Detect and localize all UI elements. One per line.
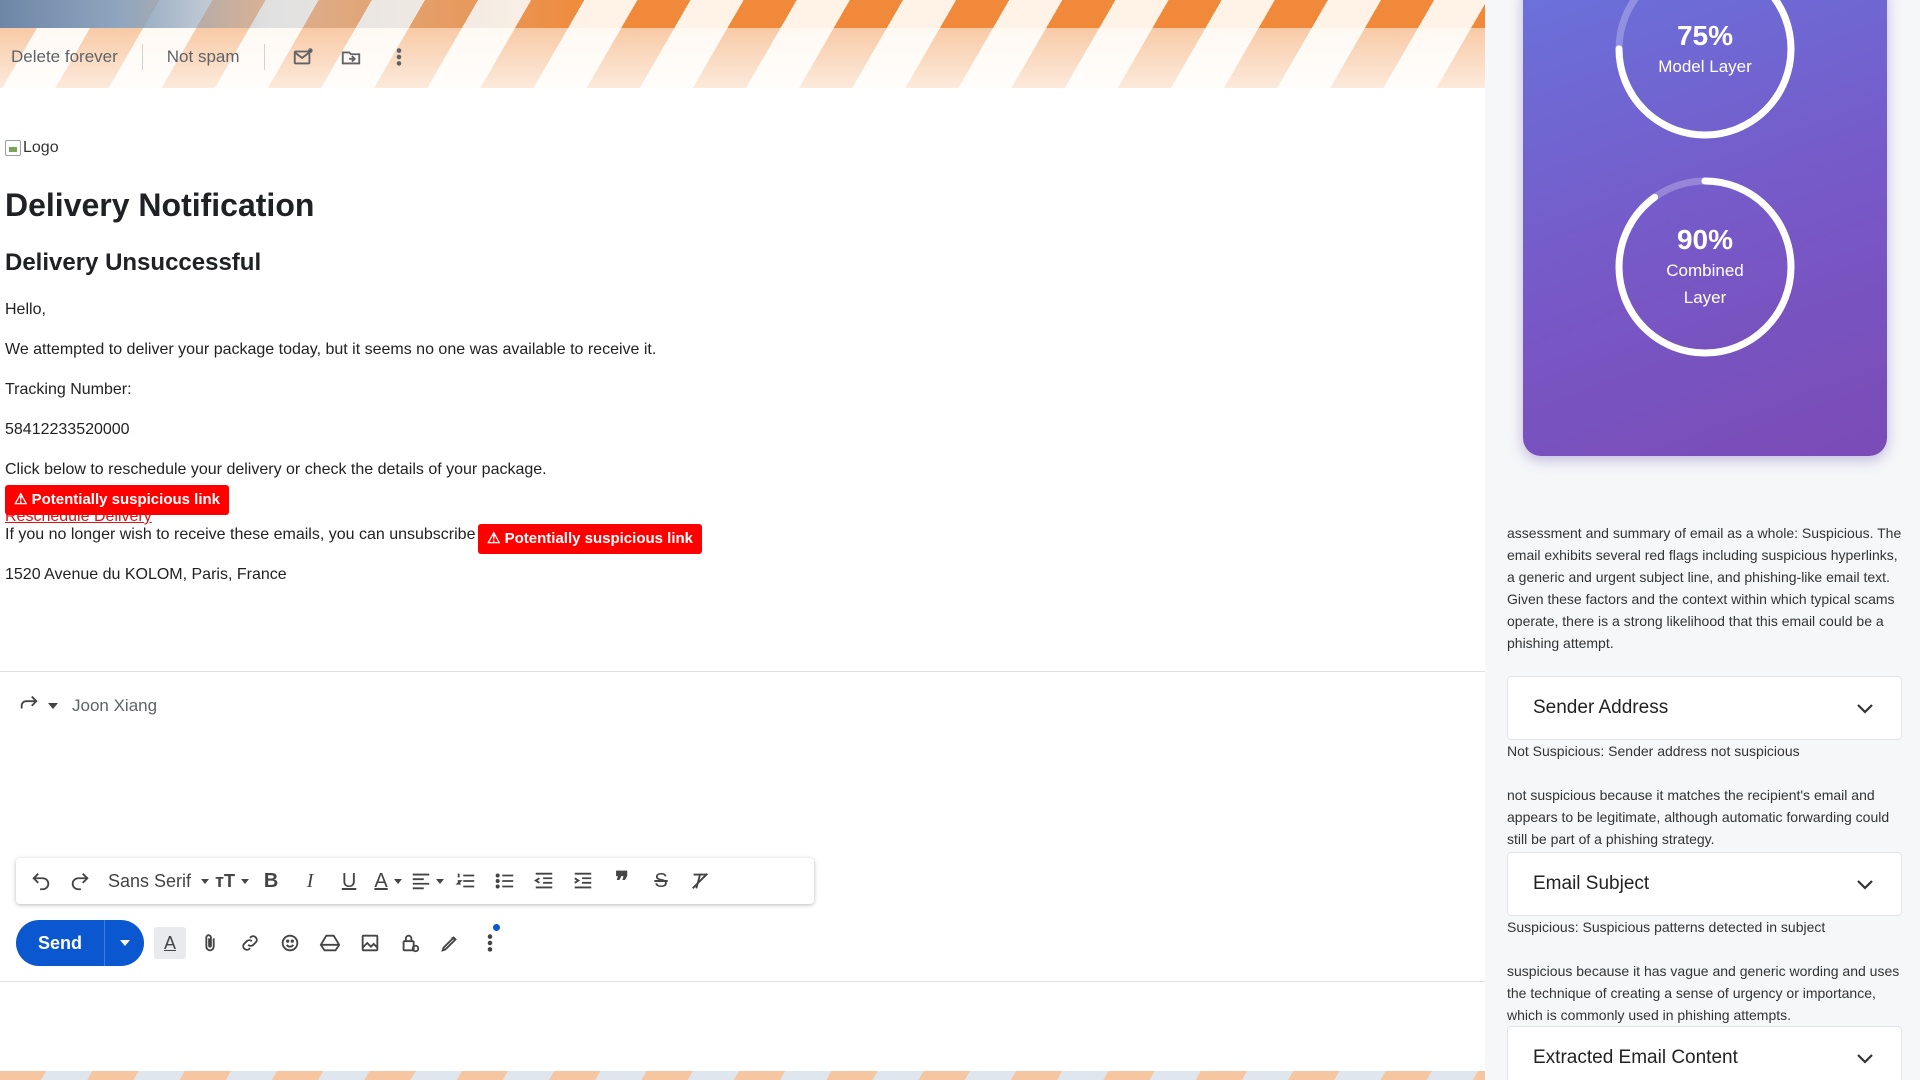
- confidential-mode-icon[interactable]: [390, 923, 430, 963]
- email-title: Delivery Notification: [5, 187, 315, 223]
- email-pane: Delete forever Not spam Logo Delivery No…: [0, 0, 1485, 1080]
- toolbar-divider: [263, 44, 265, 70]
- sender-address-footer: 1520 Avenue du KOLOM, Paris, France: [5, 566, 287, 583]
- formatting-toolbar: Sans Serif тT B I U A ❞ S: [16, 858, 814, 904]
- email-divider: [0, 671, 1485, 672]
- forward-icon[interactable]: [18, 692, 40, 719]
- bulleted-list-icon[interactable]: [488, 864, 522, 898]
- sender-address-title: Sender Address: [1533, 697, 1669, 718]
- email-subject-title: Email Subject: [1533, 873, 1650, 894]
- combined-layer-percent: 90%: [1676, 224, 1734, 255]
- suspicious-link-badge: ⚠ Potentially suspicious link: [5, 485, 229, 515]
- quote-icon[interactable]: ❞: [605, 864, 639, 898]
- font-family-select[interactable]: Sans Serif: [102, 871, 215, 892]
- greeting-text: Hello,: [5, 301, 46, 318]
- bold-icon[interactable]: B: [254, 864, 288, 898]
- align-icon[interactable]: [410, 864, 445, 898]
- chevron-down-icon: [1857, 704, 1873, 714]
- reply-header: Joon Xiang: [18, 692, 157, 719]
- tracking-number: 58412233520000: [5, 421, 130, 438]
- indent-more-icon[interactable]: [566, 864, 600, 898]
- font-family-label: Sans Serif: [108, 870, 192, 891]
- indent-less-icon[interactable]: [527, 864, 561, 898]
- tracking-label: Tracking Number:: [5, 381, 132, 398]
- insert-photo-icon[interactable]: [350, 923, 390, 963]
- top-strip: [0, 0, 1485, 28]
- extracted-content-title: Extracted Email Content: [1533, 1047, 1738, 1068]
- move-to-icon[interactable]: [331, 37, 371, 77]
- attempt-paragraph: We attempted to deliver your package tod…: [5, 341, 657, 358]
- phishing-analysis-panel: 75% Model Layer 90% Combined Layer asses…: [1485, 0, 1920, 1080]
- italic-icon[interactable]: I: [293, 864, 327, 898]
- extracted-content-accordion[interactable]: Extracted Email Content: [1507, 1026, 1902, 1080]
- not-spam-button[interactable]: Not spam: [161, 47, 246, 67]
- send-button[interactable]: Send: [16, 920, 104, 966]
- email-subject-accordion[interactable]: Email Subject: [1507, 852, 1902, 916]
- action-toolbar: Delete forever Not spam: [0, 28, 1485, 86]
- toolbar-divider: [141, 44, 143, 70]
- formatting-options-icon[interactable]: A: [154, 927, 186, 959]
- numbered-list-icon[interactable]: [449, 864, 483, 898]
- more-options-icon[interactable]: [379, 37, 419, 77]
- remove-formatting-icon[interactable]: [683, 864, 717, 898]
- text-color-icon[interactable]: A: [371, 864, 405, 898]
- send-row: Send A: [16, 920, 510, 966]
- model-layer-percent: 75%: [1676, 19, 1734, 51]
- logo: Logo: [5, 138, 1205, 158]
- attach-icon[interactable]: [190, 923, 230, 963]
- compose-divider: [0, 981, 1485, 982]
- combined-layer-gauge: 90% Combined Layer: [1611, 173, 1799, 361]
- broken-image-icon: [5, 140, 21, 156]
- strikethrough-icon[interactable]: S: [644, 864, 678, 898]
- sender-verdict: Not Suspicious: Sender address not suspi…: [1507, 743, 1800, 759]
- mark-unread-icon[interactable]: [283, 37, 323, 77]
- suspicious-link-badge: ⚠ Potentially suspicious link: [478, 524, 702, 554]
- delete-forever-button[interactable]: Delete forever: [5, 47, 124, 67]
- notification-dot: [493, 924, 500, 931]
- reschedule-paragraph: Click below to reschedule your delivery …: [5, 461, 547, 478]
- sender-address-accordion[interactable]: Sender Address: [1507, 676, 1902, 740]
- reply-type-dropdown-icon[interactable]: [48, 702, 58, 709]
- sender-detail: not suspicious because it matches the re…: [1507, 787, 1890, 847]
- email-subtitle: Delivery Unsuccessful: [5, 249, 262, 276]
- model-layer-label: Model Layer: [1658, 56, 1752, 76]
- subject-verdict: Suspicious: Suspicious patterns detected…: [1507, 919, 1826, 935]
- chevron-down-icon: [201, 878, 210, 884]
- logo-alt-text: Logo: [23, 139, 59, 156]
- drive-icon[interactable]: [310, 923, 350, 963]
- underline-icon[interactable]: U: [332, 864, 366, 898]
- overall-assessment-text: assessment and summary of email as a who…: [1507, 525, 1902, 651]
- undo-icon[interactable]: [24, 864, 58, 898]
- score-card: 75% Model Layer 90% Combined Layer: [1523, 0, 1887, 456]
- model-layer-gauge: 75% Model Layer: [1611, 0, 1799, 143]
- redo-icon[interactable]: [63, 864, 97, 898]
- reply-recipient[interactable]: Joon Xiang: [72, 696, 157, 716]
- subject-detail: suspicious because it has vague and gene…: [1507, 963, 1900, 1023]
- signature-icon[interactable]: [430, 923, 470, 963]
- chevron-down-icon: [1857, 880, 1873, 890]
- send-options-button[interactable]: [104, 920, 144, 966]
- more-send-options-icon[interactable]: [470, 923, 510, 963]
- email-body: Logo Delivery Notification Delivery Unsu…: [5, 138, 1205, 585]
- unsubscribe-text: If you no longer wish to receive these e…: [5, 526, 476, 543]
- bottom-banner-strip: [0, 1071, 1485, 1080]
- chevron-down-icon: [1857, 1054, 1873, 1064]
- chevron-down-icon: [119, 940, 130, 946]
- emoji-icon[interactable]: [270, 923, 310, 963]
- combined-layer-label: Combined Layer: [1666, 261, 1744, 307]
- font-size-icon[interactable]: тT: [215, 864, 249, 898]
- insert-link-icon[interactable]: [230, 923, 270, 963]
